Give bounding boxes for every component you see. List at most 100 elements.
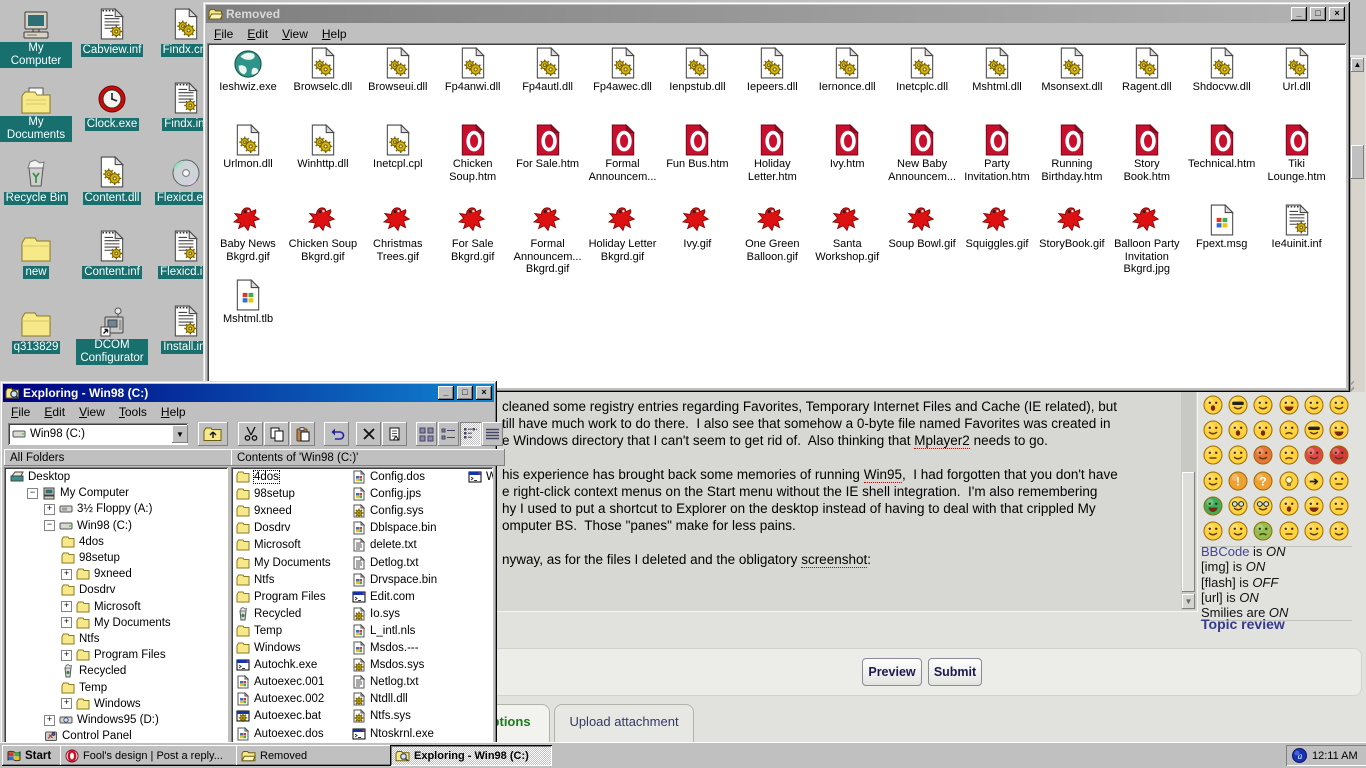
smiley-flush[interactable]: [1253, 445, 1273, 465]
list-item-drvspace-bin[interactable]: Drvspace.bin: [352, 573, 437, 587]
tree-item-microsoft[interactable]: +Microsoft: [61, 600, 141, 614]
removed-menu-file[interactable]: File: [207, 26, 240, 42]
file-icon-soup-bowl-gif[interactable]: Soup Bowl.gif: [885, 203, 959, 251]
smiley-neutral[interactable]: [1329, 471, 1349, 491]
file-icon-for-sale-bkgrd-gif[interactable]: For Sale Bkgrd.gif: [436, 203, 510, 263]
file-icon-fun-bus-htm[interactable]: Fun Bus.htm: [660, 123, 734, 171]
smiley-arrow[interactable]: ➔: [1304, 471, 1324, 491]
smiley-laugh[interactable]: [1329, 420, 1349, 440]
file-icon-chicken-soup-bkgrd-gif[interactable]: Chicken Soup Bkgrd.gif: [286, 203, 360, 263]
file-icon-iepeers-dll[interactable]: Iepeers.dll: [735, 46, 809, 94]
file-icon-browseui-dll[interactable]: Browseui.dll: [361, 46, 435, 94]
small-icons-view-button[interactable]: [438, 422, 459, 446]
file-icon-inetcpl-cpl[interactable]: Inetcpl.cpl: [361, 123, 435, 171]
minimize-button[interactable]: _: [438, 386, 454, 400]
expand-box[interactable]: +: [61, 617, 72, 628]
file-icon-technical-htm[interactable]: Technical.htm: [1185, 123, 1259, 171]
smiley-surprised[interactable]: [1279, 496, 1299, 516]
list-item-detlog-txt[interactable]: Detlog.txt: [352, 556, 419, 570]
address-combo[interactable]: Win98 (C:) ▼: [8, 423, 188, 445]
expand-box[interactable]: +: [44, 715, 55, 726]
list-item-config-dos[interactable]: Config.dos: [352, 470, 425, 484]
file-icon-baby-news-bkgrd-gif[interactable]: Baby News Bkgrd.gif: [211, 203, 285, 263]
tree-item-4dos[interactable]: 4dos: [61, 535, 104, 549]
removed-menu-help[interactable]: Help: [315, 26, 354, 42]
tree-item-win98-c[interactable]: −Win98 (C:): [44, 519, 132, 533]
file-icon-fpext-msg[interactable]: Fpext.msg: [1185, 203, 1259, 251]
list-item-ntfs-sys[interactable]: Ntfs.sys: [352, 709, 411, 723]
file-icon-url-dll[interactable]: Url.dll: [1260, 46, 1334, 94]
file-icon-fp4autl-dll[interactable]: Fp4autl.dll: [511, 46, 585, 94]
textarea-scroll-down-button[interactable]: ▼: [1182, 594, 1195, 609]
smiley-sick[interactable]: [1253, 521, 1273, 541]
file-icon-winhttp-dll[interactable]: Winhttp.dll: [286, 123, 360, 171]
smiley-prof[interactable]: [1253, 496, 1273, 516]
close-button[interactable]: ×: [476, 386, 492, 400]
list-item-ntfs[interactable]: Ntfs: [236, 573, 274, 587]
list-item-ntoskrnl-exe[interactable]: Ntoskrnl.exe: [352, 727, 434, 741]
file-icon-chicken-soup-htm[interactable]: Chicken Soup.htm: [436, 123, 510, 183]
tree-item-my-documents[interactable]: +My Documents: [61, 616, 171, 630]
explorer-menu-help[interactable]: Help: [154, 404, 193, 420]
smiley-salute[interactable]: [1329, 521, 1349, 541]
file-icon-for-sale-htm[interactable]: For Sale.htm: [511, 123, 585, 171]
smiley-cry[interactable]: [1279, 445, 1299, 465]
smiley-question[interactable]: ?: [1253, 471, 1273, 491]
smiley-grin[interactable]: [1279, 395, 1299, 415]
file-icon-ivy-htm[interactable]: Ivy.htm: [810, 123, 884, 171]
desktop-icon-content-dll[interactable]: Content.dll: [76, 154, 148, 206]
list-item-edit-com[interactable]: Edit.com: [352, 590, 415, 604]
cut-button[interactable]: [238, 422, 263, 446]
explorer-menu-view[interactable]: View: [72, 404, 112, 420]
taskbar-button-removed[interactable]: Removed: [236, 745, 396, 766]
list-item-windows[interactable]: Windows: [236, 641, 301, 655]
desktop-icon-dcom-configurator[interactable]: DCOM Configurator: [76, 303, 148, 366]
smiley-confused[interactable]: [1279, 420, 1299, 440]
file-icon-fp4awec-dll[interactable]: Fp4awec.dll: [586, 46, 660, 94]
file-icon-urlmon-dll[interactable]: Urlmon.dll: [211, 123, 285, 171]
file-icon-mshtml-dll[interactable]: Mshtml.dll: [960, 46, 1034, 94]
file-icon-ie4uinit-inf[interactable]: Ie4uinit.inf: [1260, 203, 1334, 251]
smiley-grit[interactable]: [1203, 445, 1223, 465]
list-item-msdos-sys[interactable]: Msdos.sys: [352, 658, 424, 672]
file-icon-shdocvw-dll[interactable]: Shdocvw.dll: [1185, 46, 1259, 94]
list-item-my-documents[interactable]: My Documents: [236, 556, 331, 570]
list-item-program-files[interactable]: Program Files: [236, 590, 326, 604]
file-icon-storybook-gif[interactable]: StoryBook.gif: [1035, 203, 1109, 251]
smiley-evil[interactable]: [1304, 445, 1324, 465]
list-item-ntdll-dll[interactable]: Ntdll.dll: [352, 692, 408, 706]
file-icon-formal-announcem[interactable]: Formal Announcem...: [586, 123, 660, 183]
desktop-icon-clock-exe[interactable]: Clock.exe: [76, 80, 148, 132]
removed-menu-edit[interactable]: Edit: [240, 26, 275, 42]
collapse-box[interactable]: −: [27, 488, 38, 499]
copy-button[interactable]: [264, 422, 289, 446]
taskbar-button-fool-s-design-post-a-reply[interactable]: Fool's design | Post a reply...: [60, 745, 242, 766]
smiley-cool-half[interactable]: [1228, 395, 1248, 415]
list-item-w98[interactable]: W98: [468, 470, 493, 484]
tree-item-desktop[interactable]: Desktop: [10, 470, 70, 484]
expand-box[interactable]: +: [61, 650, 72, 661]
file-icon-ieshwiz-exe[interactable]: Ieshwiz.exe: [211, 46, 285, 94]
file-icon-tiki-lounge-htm[interactable]: Tiki Lounge.htm: [1260, 123, 1334, 183]
desktop-icon-q313829[interactable]: q313829: [0, 303, 72, 355]
list-view-button[interactable]: [460, 422, 481, 446]
list-item-4dos[interactable]: 4dos: [236, 470, 279, 484]
list-item-autoexec-dos[interactable]: Autoexec.dos: [236, 727, 324, 741]
file-icon-holiday-letter-htm[interactable]: Holiday Letter.htm: [735, 123, 809, 183]
undo-button[interactable]: [324, 422, 349, 446]
tree-item-ntfs[interactable]: Ntfs: [61, 632, 99, 646]
combo-dropdown-button[interactable]: ▼: [172, 425, 188, 443]
smiley-twisted[interactable]: [1329, 445, 1349, 465]
file-icon-santa-workshop-gif[interactable]: Santa Workshop.gif: [810, 203, 884, 263]
smiley-geek[interactable]: [1228, 496, 1248, 516]
tree-item-dosdrv[interactable]: Dosdrv: [61, 583, 115, 597]
paste-button[interactable]: [290, 422, 315, 446]
file-icon-new-baby-announcem[interactable]: New Baby Announcem...: [885, 123, 959, 183]
file-icon-ragent-dll[interactable]: Ragent.dll: [1110, 46, 1184, 94]
explorer-menu-file[interactable]: File: [4, 404, 37, 420]
delete-button[interactable]: [356, 422, 381, 446]
file-icon-balloon-party-invitation-bkgrd-jpg[interactable]: Balloon Party Invitation Bkgrd.jpg: [1110, 203, 1184, 276]
start-button[interactable]: Start: [2, 745, 65, 766]
smiley-ninja[interactable]: [1279, 521, 1299, 541]
list-item-config-sys[interactable]: Config.sys: [352, 504, 424, 518]
